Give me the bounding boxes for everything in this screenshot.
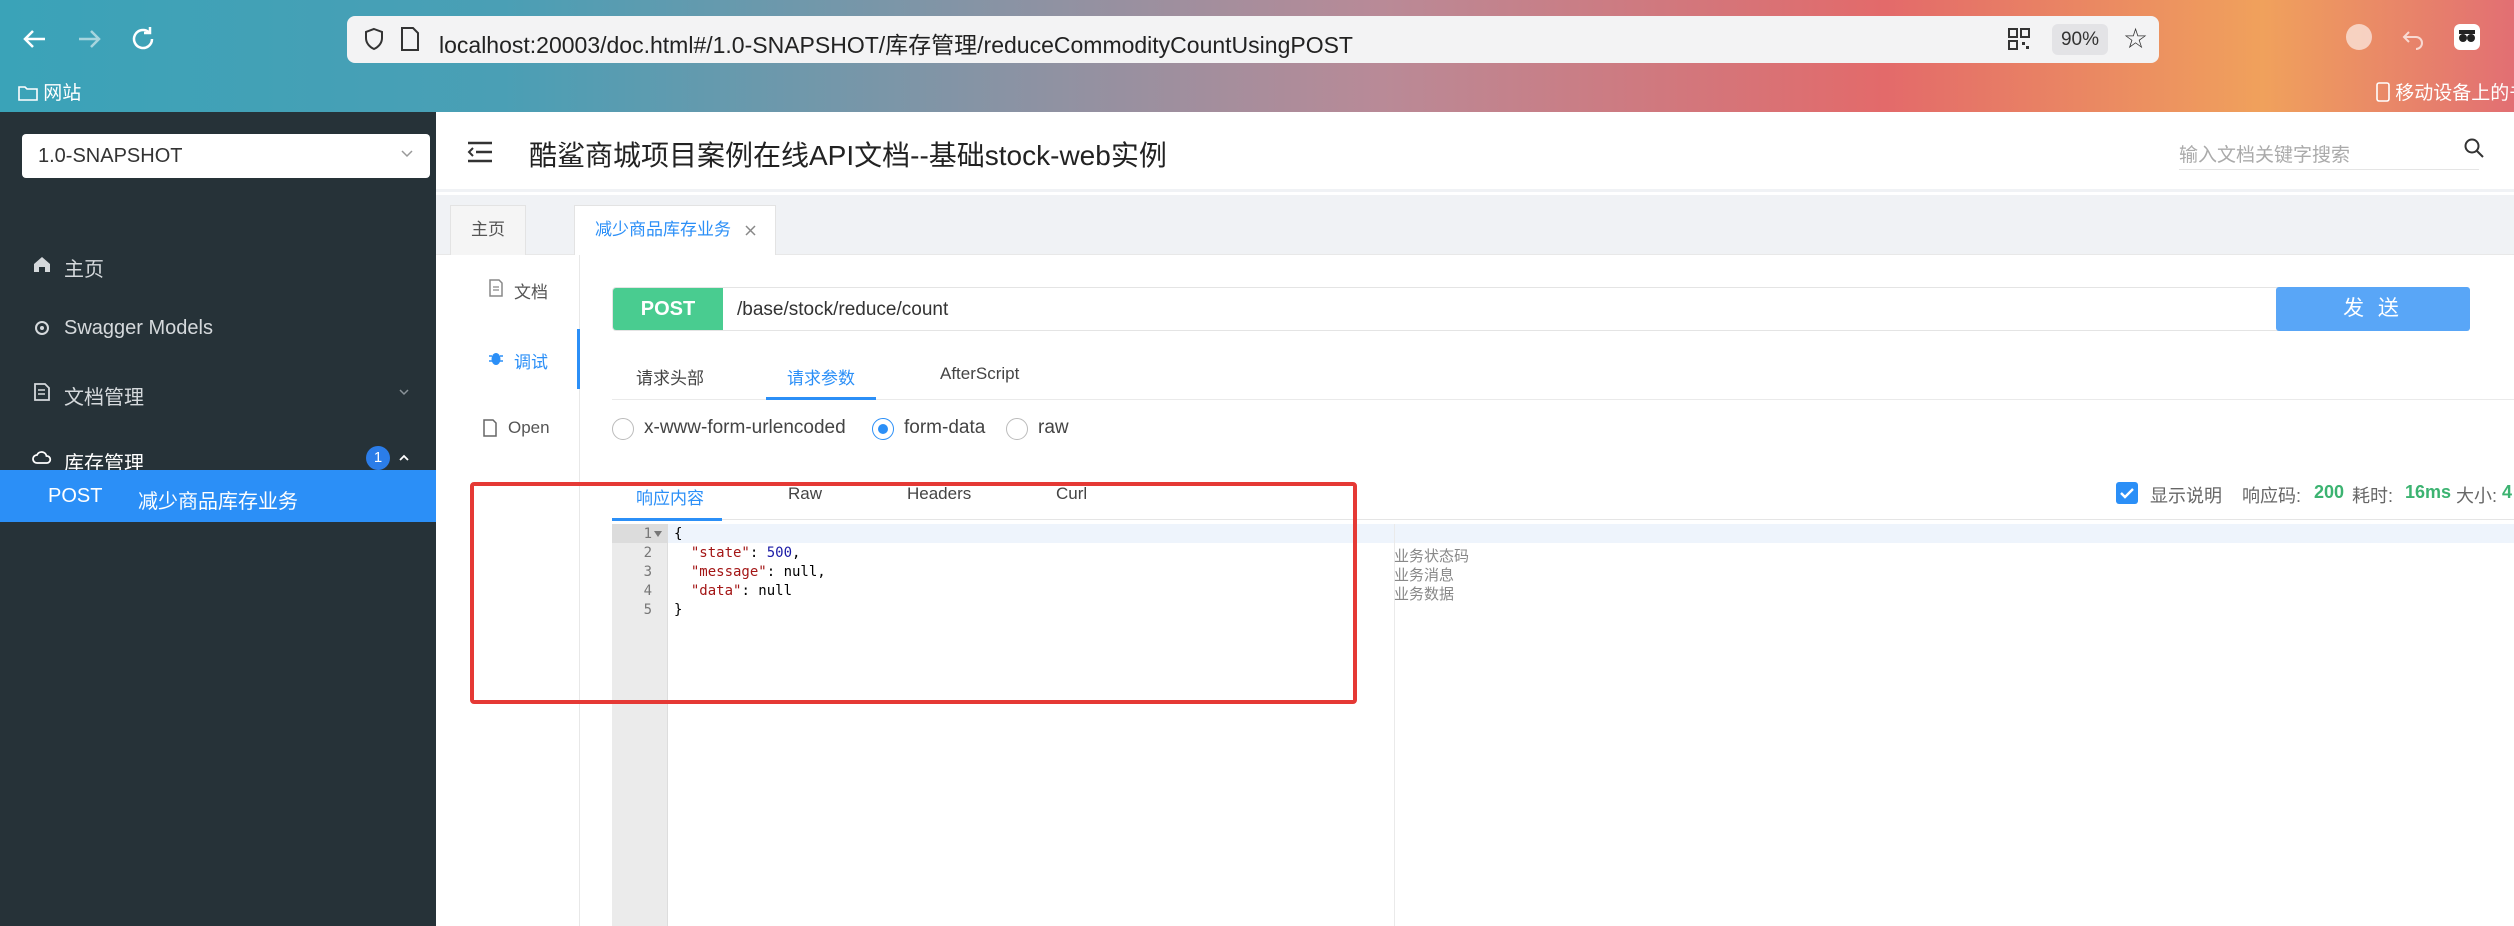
subnav-doc[interactable]: 文档 <box>436 259 580 319</box>
url-text[interactable]: localhost:20003/doc.html#/1.0-SNAPSHOT/库… <box>439 26 1353 60</box>
search-icon[interactable] <box>2462 136 2486 160</box>
reload-icon[interactable] <box>126 22 160 56</box>
forward-icon[interactable] <box>72 22 106 56</box>
red-highlight-annotation <box>470 482 1357 704</box>
request-tabs: 请求头部 请求参数 AfterScript <box>612 350 2514 400</box>
tab-reduce-stock[interactable]: 减少商品库存业务 <box>574 205 776 255</box>
request-path-input[interactable]: /base/stock/reduce/count <box>737 299 948 321</box>
sidebar-item-label: Swagger Models <box>64 317 213 339</box>
mobile-bookmarks[interactable]: 移动设备上的书签 <box>2376 78 2514 105</box>
gear-icon <box>35 321 49 335</box>
sidebar-item-home[interactable]: 主页 <box>0 234 436 294</box>
qr-code-icon[interactable] <box>2007 27 2031 51</box>
request-url-row: POST /base/stock/reduce/count <box>612 287 2470 331</box>
document-icon <box>489 279 503 297</box>
subnav-open[interactable]: Open <box>430 399 574 459</box>
extension-badge-icon[interactable] <box>2346 24 2372 50</box>
sidebar-item-reduce-stock[interactable]: POST 减少商品库存业务 <box>0 470 436 522</box>
mobile-bookmarks-label: 移动设备上的书签 <box>2395 83 2514 104</box>
tab-afterscript[interactable]: AfterScript <box>940 364 1019 384</box>
sidebar-item-label: 文档管理 <box>64 387 144 409</box>
tab-request-headers[interactable]: 请求头部 <box>636 364 704 389</box>
count-badge: 1 <box>366 446 390 470</box>
field-description: 业务消息 <box>1394 567 1455 584</box>
radio-circle <box>612 418 634 440</box>
status-code-label: 响应码: <box>2242 486 2302 506</box>
status-code-value: 200 <box>2314 482 2345 502</box>
chevron-down-icon <box>401 150 413 158</box>
browser-chrome: localhost:20003/doc.html#/1.0-SNAPSHOT/库… <box>0 0 2514 112</box>
show-desc-checkbox[interactable] <box>2116 482 2138 504</box>
radio-circle-selected <box>872 418 894 440</box>
subnav-debug-label: 调试 <box>514 353 548 372</box>
field-description: 业务状态码 <box>1394 548 1470 565</box>
doc-manage-icon <box>34 383 50 401</box>
send-button[interactable]: 发 送 <box>2276 287 2470 331</box>
bookmark-folder-label: 网站 <box>43 83 82 104</box>
sidebar: 1.0-SNAPSHOT 主页 Swagger Models 文档管理 库存管理… <box>0 112 436 926</box>
profile-icon[interactable] <box>2454 24 2480 50</box>
page-header: 酷鲨商城项目案例在线API文档--基础stock-web实例 输入文档关键字搜索 <box>436 112 2514 192</box>
shield-icon[interactable] <box>361 26 387 52</box>
bookmark-star-icon[interactable]: ☆ <box>2123 22 2148 55</box>
field-description: 业务数据 <box>1394 586 1455 603</box>
subnav-debug[interactable]: 调试 <box>436 329 580 389</box>
subnav-open-label: Open <box>508 418 550 437</box>
close-icon[interactable] <box>744 224 757 237</box>
sidebar-item-swagger-models[interactable]: Swagger Models <box>0 298 436 358</box>
tab-request-params[interactable]: 请求参数 <box>787 364 855 389</box>
chevron-down-icon <box>399 389 409 396</box>
method-label: POST <box>48 485 103 507</box>
radio-label: form-data <box>904 417 986 438</box>
cloud-icon <box>32 451 52 464</box>
time-label: 耗时: <box>2352 486 2394 506</box>
menu-fold-icon[interactable] <box>466 140 494 164</box>
folder-icon <box>18 86 38 101</box>
undo-icon[interactable] <box>2400 24 2426 50</box>
active-tab-indicator <box>766 397 876 400</box>
tab-bar: 主页 减少商品库存业务 <box>436 195 2514 255</box>
phone-icon <box>2376 82 2390 102</box>
radio-circle <box>1006 418 1028 440</box>
time-value: 16ms <box>2405 482 2452 502</box>
check-icon <box>2120 488 2134 499</box>
search-input[interactable]: 输入文档关键字搜索 <box>2179 132 2479 170</box>
size-label: 大小: <box>2456 486 2498 506</box>
radio-label: raw <box>1038 417 1069 438</box>
tab-home[interactable]: 主页 <box>450 205 526 255</box>
sidebar-item-label: 主页 <box>64 259 104 281</box>
tab-home-label: 主页 <box>471 220 505 239</box>
show-desc-label: 显示说明 <box>2150 486 2222 506</box>
version-select-value: 1.0-SNAPSHOT <box>38 145 183 167</box>
method-badge: POST <box>613 288 723 330</box>
file-icon <box>483 419 497 437</box>
zoom-level[interactable]: 90% <box>2052 24 2108 55</box>
api-name-label: 减少商品库存业务 <box>138 491 298 513</box>
size-value: 4 <box>2502 482 2513 502</box>
address-bar[interactable]: localhost:20003/doc.html#/1.0-SNAPSHOT/库… <box>347 16 2159 63</box>
back-icon[interactable] <box>18 22 52 56</box>
radio-label: x-www-form-urlencoded <box>644 417 846 438</box>
page-icon <box>399 26 421 52</box>
search-placeholder: 输入文档关键字搜索 <box>2179 145 2351 166</box>
sidebar-item-doc-manage[interactable]: 文档管理 <box>0 362 436 422</box>
bookmark-folder[interactable]: 网站 <box>18 78 81 105</box>
subnav-doc-label: 文档 <box>514 283 548 302</box>
tab-reduce-stock-label: 减少商品库存业务 <box>595 220 731 239</box>
home-icon <box>34 257 50 272</box>
bug-icon <box>489 353 503 365</box>
page-title: 酷鲨商城项目案例在线API文档--基础stock-web实例 <box>529 140 1167 171</box>
chevron-up-icon <box>399 454 409 461</box>
version-select[interactable]: 1.0-SNAPSHOT <box>22 134 430 178</box>
